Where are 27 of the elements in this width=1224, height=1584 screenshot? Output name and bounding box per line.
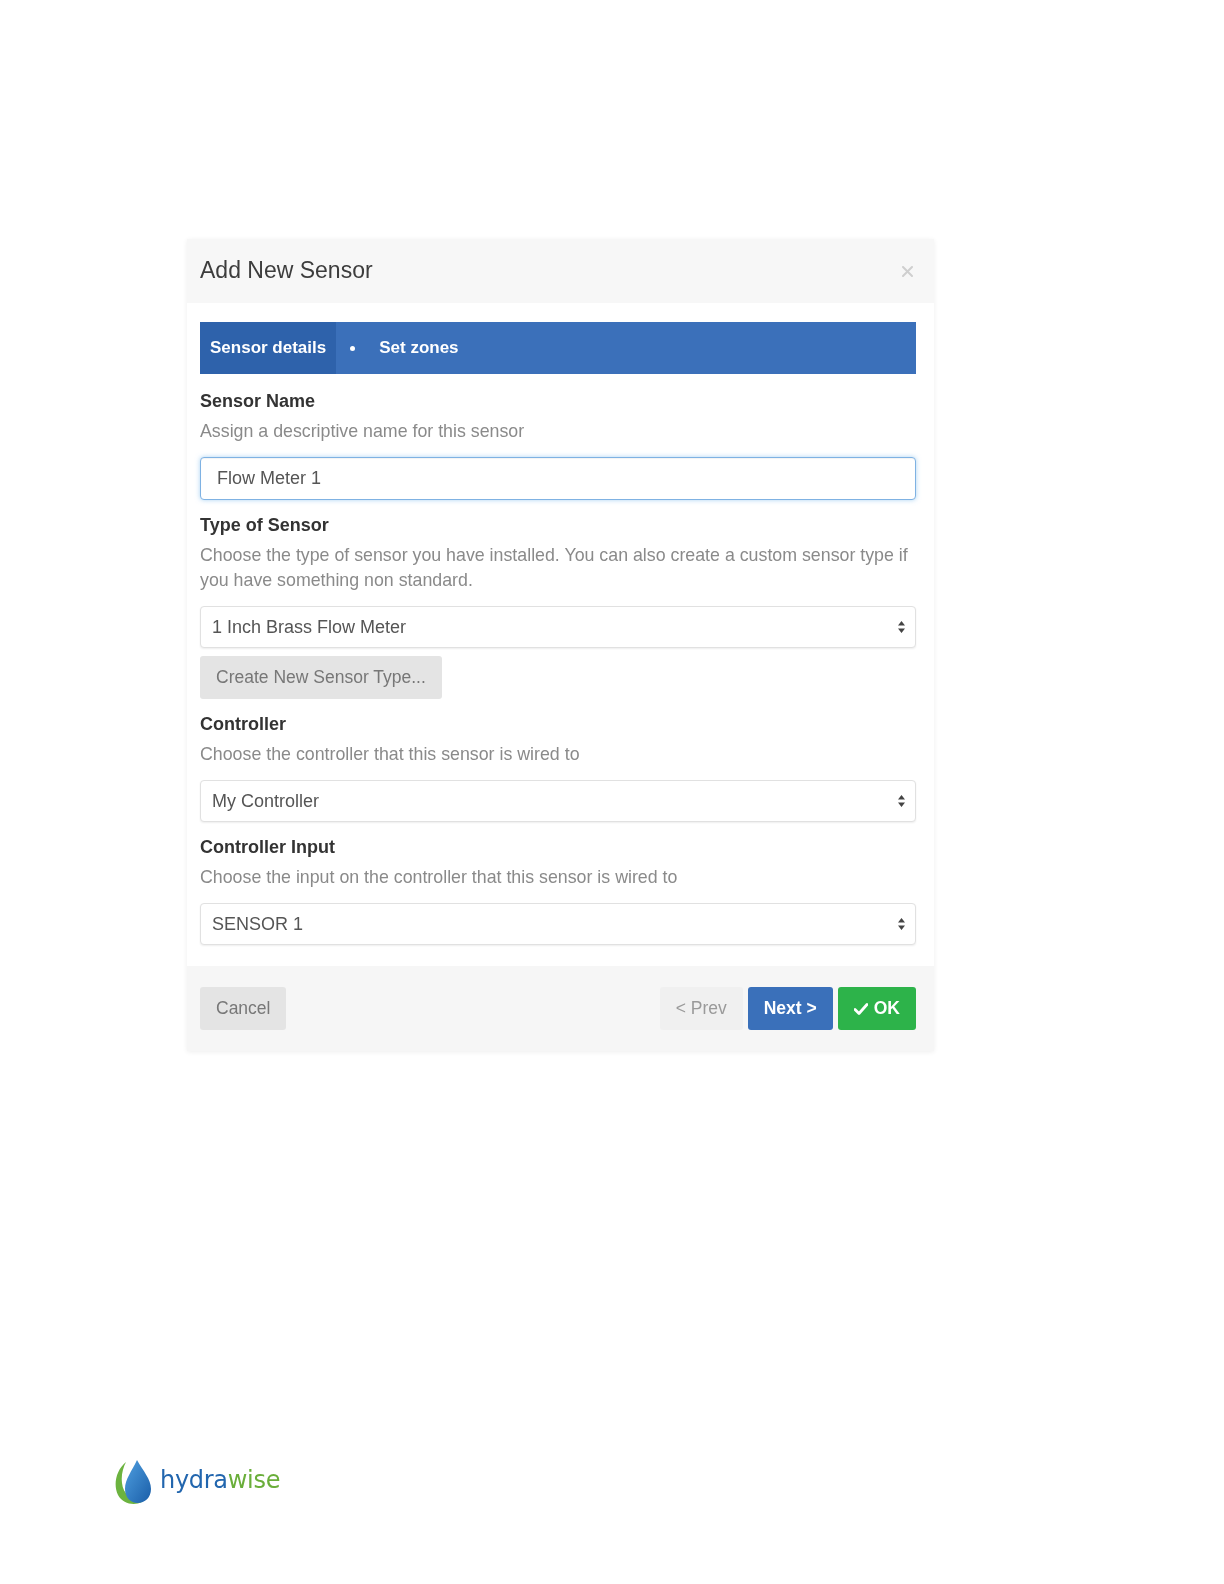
up-down-arrows-icon — [898, 795, 905, 807]
water-drop-logo-icon — [113, 1459, 152, 1505]
help-text: Choose the input on the controller that this sensor is wired to — [200, 866, 679, 889]
logo-wordmark: hydrawise — [160, 1468, 281, 1496]
field-heading: Controller Input — [200, 836, 336, 858]
check-icon — [853, 1002, 868, 1015]
close-icon[interactable] — [902, 265, 913, 277]
wizard-step[interactable]: Set zones — [369, 322, 469, 374]
dialog-title: Add New Sensor — [200, 257, 373, 285]
dialog-button[interactable]: Next > — [747, 987, 833, 1030]
field-heading: Controller — [200, 713, 287, 735]
help-text: Choose the type of sensor you have installed. You can also create a custom sensor type if you have something non standard. — [200, 544, 909, 592]
dialog-button[interactable]: OK — [837, 987, 916, 1030]
create-type-button[interactable]: Create New Sensor Type... — [200, 656, 442, 699]
dropdown-field[interactable]: My Controller — [200, 780, 916, 822]
help-text: Choose the controller that this sensor is wired to — [200, 743, 581, 766]
wizard-step[interactable]: Sensor details — [200, 322, 337, 374]
dot-icon — [350, 345, 356, 351]
dropdown-field[interactable]: 1 Inch Brass Flow Meter — [200, 606, 916, 648]
text-input-field[interactable]: Flow Meter 1 — [200, 457, 916, 500]
field-heading: Sensor Name — [200, 390, 317, 412]
dropdown-field[interactable]: SENSOR 1 — [200, 903, 916, 945]
help-text: Assign a descriptive name for this sensor — [200, 420, 526, 443]
dialog-button[interactable]: Cancel — [200, 987, 287, 1030]
up-down-arrows-icon — [898, 918, 905, 930]
field-heading: Type of Sensor — [200, 514, 330, 536]
up-down-arrows-icon — [898, 621, 905, 633]
